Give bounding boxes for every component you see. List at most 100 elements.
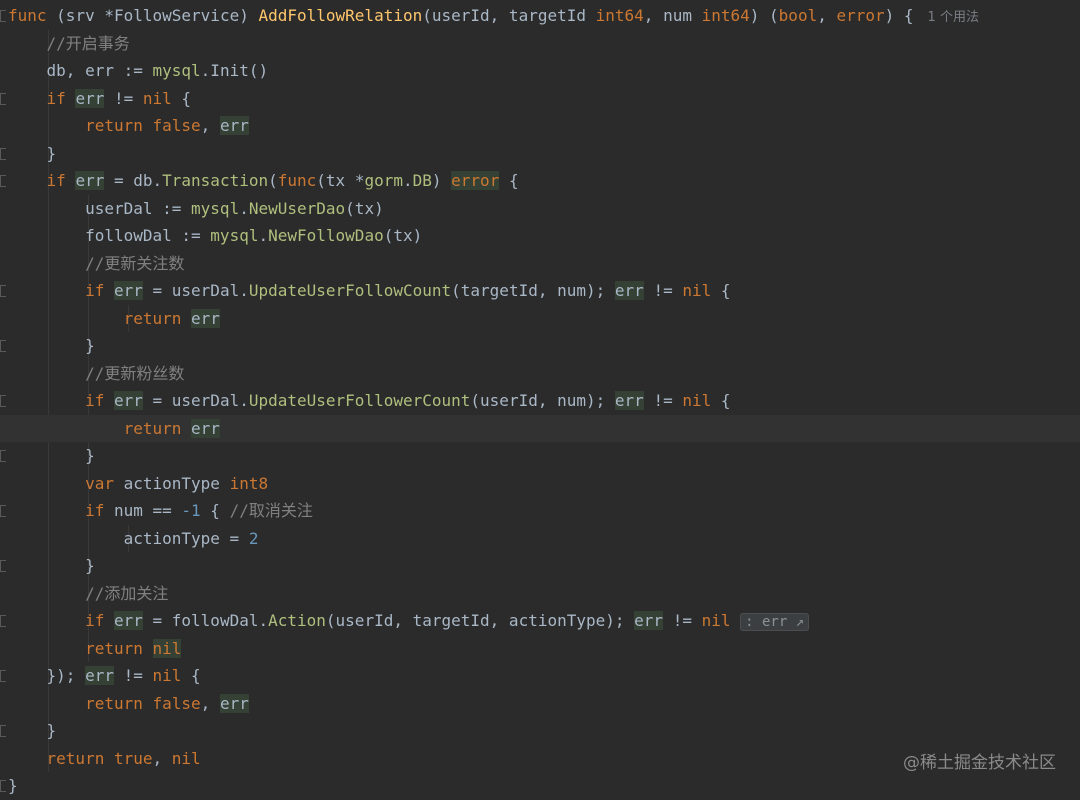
code-token: int8: [229, 473, 269, 493]
code-line[interactable]: }: [0, 772, 1080, 800]
code-line[interactable]: }: [0, 140, 1080, 168]
fold-marker-icon[interactable]: [0, 670, 6, 682]
code-line[interactable]: followDal := mysql.NewFollowDao(tx): [0, 222, 1080, 250]
fold-marker-icon[interactable]: [0, 285, 6, 297]
code-token: , num: [643, 6, 702, 25]
code-token: err: [113, 281, 143, 300]
code-token: return: [46, 748, 114, 768]
fold-marker-icon[interactable]: [0, 175, 6, 187]
code-token: ,: [817, 6, 837, 25]
code-line-content: return false, err: [8, 112, 249, 140]
code-token: = userDal.: [142, 281, 249, 300]
code-token: bool: [778, 6, 818, 25]
code-token: return: [123, 308, 192, 328]
code-token: err: [614, 391, 644, 410]
code-token: 2: [248, 528, 259, 548]
code-token: .: [258, 226, 269, 245]
code-line-content: return true, nil: [8, 745, 201, 773]
code-token: if: [85, 391, 114, 410]
code-token: //添加关注: [8, 583, 169, 603]
code-line[interactable]: return false, err: [0, 690, 1080, 718]
code-line-content: //添加关注: [8, 580, 168, 608]
code-line-content: followDal := mysql.NewFollowDao(tx): [8, 222, 422, 250]
code-token: (targetId, num);: [451, 281, 615, 300]
code-token: ) {: [884, 6, 914, 25]
code-line[interactable]: var actionType int8: [0, 470, 1080, 498]
code-line[interactable]: if err = followDal.Action(userId, target…: [0, 607, 1080, 635]
code-line[interactable]: actionType = 2: [0, 525, 1080, 553]
code-line[interactable]: }: [0, 332, 1080, 360]
code-line[interactable]: if err = userDal.UpdateUserFollowerCount…: [0, 387, 1080, 415]
code-token: ) (: [749, 6, 779, 25]
code-line[interactable]: }: [0, 717, 1080, 745]
fold-marker-icon[interactable]: [0, 615, 6, 627]
code-line[interactable]: db, err := mysql.Init(): [0, 57, 1080, 85]
code-line[interactable]: //更新关注数: [0, 250, 1080, 278]
code-line[interactable]: userDal := mysql.NewUserDao(tx): [0, 195, 1080, 223]
code-line-content: if err = db.Transaction(func(tx *gorm.DB…: [8, 167, 519, 195]
fold-marker-icon[interactable]: [0, 92, 6, 105]
code-token: nil: [152, 638, 182, 658]
code-line-content: //开启事务: [8, 30, 130, 58]
code-token: actionType: [123, 473, 230, 493]
code-line[interactable]: return false, err: [0, 112, 1080, 140]
code-line[interactable]: if err = userDal.UpdateUserFollowCount(t…: [0, 277, 1080, 305]
fold-marker-icon[interactable]: [0, 340, 6, 352]
code-token: (tx): [345, 198, 384, 218]
code-line-content: }: [8, 772, 18, 800]
code-token: err: [191, 418, 220, 438]
code-line[interactable]: if err != nil {: [0, 85, 1080, 113]
usage-hint[interactable]: 1 个用法: [928, 10, 979, 25]
code-token: err: [614, 281, 644, 300]
code-token: }: [8, 336, 95, 355]
fold-marker-icon[interactable]: [0, 505, 6, 517]
code-token: return: [123, 418, 192, 438]
code-token: num ==: [113, 501, 182, 520]
fold-marker-icon[interactable]: [0, 780, 6, 792]
code-line[interactable]: }); err != nil {: [0, 662, 1080, 690]
code-token: mysql: [210, 226, 259, 245]
fold-marker-icon[interactable]: [0, 560, 6, 572]
code-token: error: [836, 6, 885, 25]
code-token: .Init(): [200, 61, 269, 80]
code-line[interactable]: return nil: [0, 635, 1080, 663]
code-line-content: actionType = 2: [8, 525, 259, 553]
code-line[interactable]: //开启事务: [0, 30, 1080, 58]
code-token: return: [85, 116, 153, 135]
fold-marker-icon[interactable]: [0, 147, 6, 160]
code-token: !=: [643, 391, 683, 410]
code-token: AddFollowRelation: [258, 6, 423, 25]
fold-marker-icon[interactable]: [0, 725, 6, 737]
code-line[interactable]: return err: [0, 305, 1080, 333]
code-token: //开启事务: [8, 33, 130, 53]
code-token: DB: [412, 171, 432, 190]
code-token: {: [499, 171, 519, 190]
fold-marker-icon[interactable]: [0, 10, 6, 22]
code-line[interactable]: }: [0, 552, 1080, 580]
code-token: UpdateUserFollowerCount: [248, 391, 471, 410]
code-line[interactable]: func (srv *FollowService) AddFollowRelat…: [0, 2, 1080, 30]
code-line[interactable]: return err: [0, 414, 1080, 442]
code-line-content: return nil: [8, 635, 182, 663]
code-token: = userDal.: [142, 391, 249, 410]
code-token: if: [85, 281, 114, 300]
code-token: NewUserDao: [248, 198, 346, 218]
code-token: false: [152, 693, 201, 713]
code-token: ,: [200, 693, 220, 713]
fold-marker-icon[interactable]: [0, 450, 6, 462]
code-line-content: if err != nil {: [8, 85, 191, 113]
code-line[interactable]: //添加关注: [0, 580, 1080, 608]
fold-marker-icon[interactable]: [0, 395, 6, 407]
code-line[interactable]: }: [0, 442, 1080, 470]
code-line[interactable]: if num == -1 { //取消关注: [0, 497, 1080, 525]
code-line[interactable]: //更新粉丝数: [0, 360, 1080, 388]
code-token: }: [8, 721, 57, 740]
code-editor[interactable]: func (srv *FollowService) AddFollowRelat…: [0, 0, 1080, 795]
code-line-content: }: [8, 552, 95, 580]
code-token: int64: [595, 6, 644, 25]
code-token: });: [8, 666, 86, 685]
code-token: return: [85, 693, 153, 713]
code-line[interactable]: if err = db.Transaction(func(tx *gorm.DB…: [0, 167, 1080, 195]
